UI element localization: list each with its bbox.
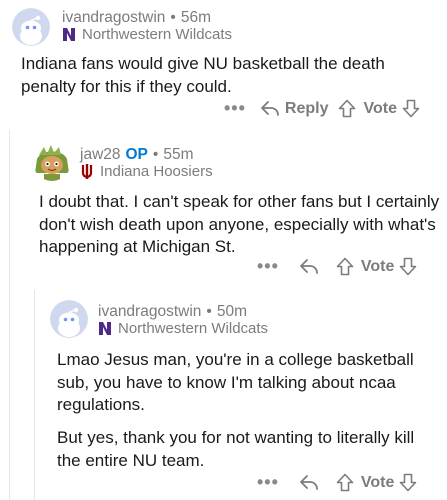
separator-dot: • xyxy=(170,9,176,26)
comment-3-meta: ivandragostwin • 50m xyxy=(98,303,247,321)
thread-line-level-2[interactable] xyxy=(34,290,35,500)
reply-label: Reply xyxy=(284,99,329,117)
upvote-arrow-icon xyxy=(339,99,356,118)
downvote-button[interactable] xyxy=(399,257,417,276)
northwestern-n-icon xyxy=(98,321,112,336)
upvote-button[interactable] xyxy=(338,99,356,118)
more-options-button[interactable]: ••• xyxy=(257,472,279,493)
upvote-arrow-icon xyxy=(336,473,354,492)
downvote-arrow-icon xyxy=(400,257,417,276)
username[interactable]: ivandragostwin xyxy=(98,303,201,321)
reply-icon xyxy=(261,100,279,116)
user-flair: Northwestern Wildcats xyxy=(98,320,268,337)
comment-2-meta: jaw28 OP • 55m xyxy=(80,146,194,164)
vote-label: Vote xyxy=(360,473,395,491)
reply-button[interactable] xyxy=(299,474,319,492)
user-flair: Northwestern Wildcats xyxy=(62,26,232,43)
downvote-button[interactable] xyxy=(399,473,417,492)
more-options-button[interactable]: ••• xyxy=(257,256,279,277)
comment-age: 56m xyxy=(180,9,211,26)
op-badge: OP xyxy=(125,146,148,163)
upvote-arrow-icon xyxy=(336,257,354,276)
vote-label: Vote xyxy=(363,99,397,117)
downvote-arrow-icon xyxy=(400,473,417,492)
comment-body: I doubt that. I can't speak for other fa… xyxy=(39,192,440,256)
username[interactable]: ivandragostwin xyxy=(62,9,165,27)
comment-body: Indiana fans would give NU basketball th… xyxy=(21,54,385,96)
northwestern-n-icon xyxy=(62,27,76,42)
comment-body-paragraph-1: Lmao Jesus man, you're in a college bask… xyxy=(57,350,414,414)
reply-button[interactable]: Reply xyxy=(260,99,329,118)
separator-dot: • xyxy=(206,303,212,320)
snoo-hooded-avatar-icon[interactable] xyxy=(33,143,71,181)
comment-2-actions: ••• Vote xyxy=(257,256,417,277)
comment-body-paragraph-2: But yes, thank you for not wanting to li… xyxy=(57,428,415,470)
flair-text: Northwestern Wildcats xyxy=(118,320,269,337)
reply-icon xyxy=(300,474,318,490)
upvote-button[interactable] xyxy=(336,473,354,492)
comment-1-meta: ivandragostwin • 56m xyxy=(62,9,211,27)
user-flair: Indiana Hoosiers xyxy=(80,163,213,180)
comment-1-actions: ••• Reply Vote xyxy=(224,98,420,119)
reply-icon xyxy=(300,258,318,274)
downvote-button[interactable] xyxy=(402,99,420,118)
separator-dot: • xyxy=(152,146,159,163)
flair-text: Indiana Hoosiers xyxy=(100,163,213,180)
reply-button[interactable] xyxy=(299,258,319,276)
vote-label: Vote xyxy=(360,257,395,275)
comment-age: 55m xyxy=(163,146,194,163)
more-options-button[interactable]: ••• xyxy=(224,98,246,119)
comment-3-actions: ••• Vote xyxy=(257,472,417,493)
flair-text: Northwestern Wildcats xyxy=(82,26,233,43)
thread-line-level-1[interactable] xyxy=(9,130,10,500)
comment-age: 50m xyxy=(216,303,247,320)
indiana-iu-icon xyxy=(80,164,94,179)
snoo-avatar-icon[interactable] xyxy=(12,8,50,46)
snoo-avatar-icon[interactable] xyxy=(50,300,88,338)
username[interactable]: jaw28 xyxy=(80,146,121,164)
downvote-arrow-icon xyxy=(402,99,420,118)
upvote-button[interactable] xyxy=(336,257,354,276)
